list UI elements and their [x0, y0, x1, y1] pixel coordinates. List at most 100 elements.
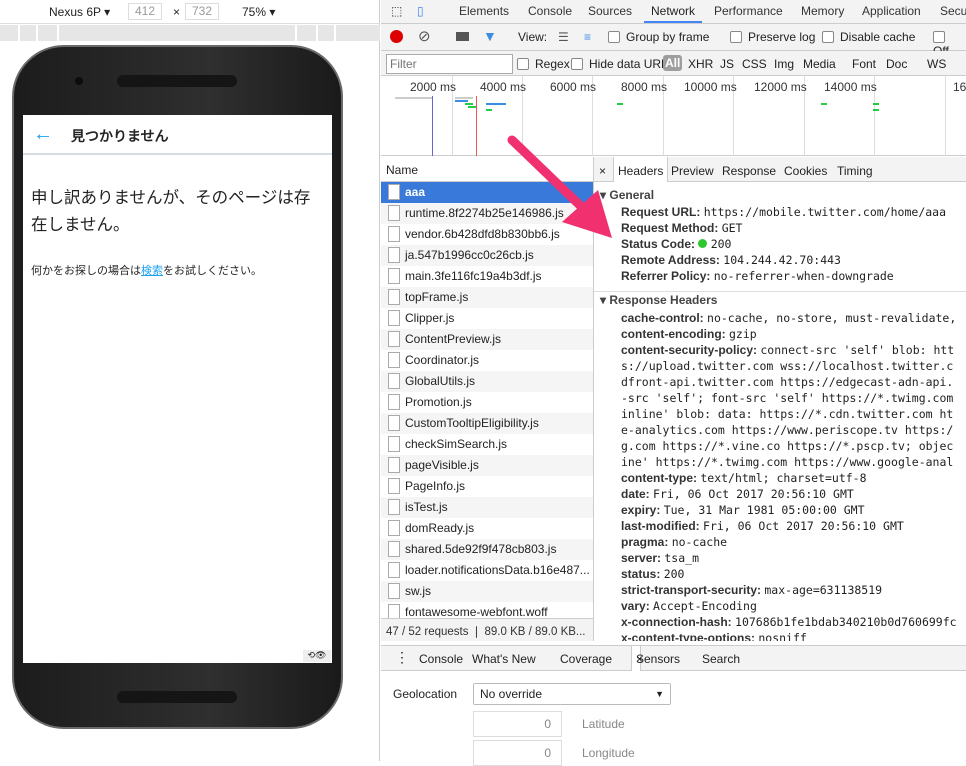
zoom-select[interactable]: 75% ▾: [242, 5, 275, 19]
request-row[interactable]: shared.5de92f9f478cb803.js: [381, 539, 593, 560]
preserve-log-checkbox[interactable]: Preserve log: [730, 30, 815, 44]
request-row[interactable]: Promotion.js: [381, 392, 593, 413]
tab-security[interactable]: Secu: [940, 4, 966, 18]
tick: 16: [953, 80, 966, 94]
geolocation-select[interactable]: No override ▼: [473, 683, 671, 705]
waterfall-view-icon[interactable]: ≡: [584, 30, 591, 44]
filter-icon[interactable]: ▼: [483, 28, 497, 44]
tab-performance[interactable]: Performance: [714, 4, 783, 18]
file-icon: [388, 310, 400, 326]
header-line: content-security-policy: connect-src 'se…: [621, 342, 954, 358]
tab-response[interactable]: Response: [722, 164, 776, 178]
tab-memory[interactable]: Memory: [801, 4, 844, 18]
record-button[interactable]: [390, 30, 403, 43]
search-link[interactable]: 検索: [141, 265, 163, 277]
geolocation-label: Geolocation: [393, 687, 458, 701]
header-key: date:: [621, 487, 650, 501]
longitude-input[interactable]: 0: [473, 740, 562, 766]
group-by-frame-checkbox[interactable]: Group by frame: [608, 30, 709, 44]
drawer-tab-search[interactable]: Search: [702, 652, 740, 666]
tab-timing[interactable]: Timing: [837, 164, 873, 178]
latitude-input[interactable]: 0: [473, 711, 562, 737]
more-icon[interactable]: ⋮: [395, 649, 409, 666]
filter-js[interactable]: JS: [720, 57, 734, 71]
file-icon: [388, 394, 400, 410]
request-row[interactable]: ContentPreview.js: [381, 329, 593, 350]
device-select[interactable]: Nexus 6P ▾: [49, 5, 110, 19]
tab-preview[interactable]: Preview: [671, 164, 714, 178]
media-query-ruler[interactable]: [0, 25, 380, 41]
drawer-tab-coverage[interactable]: Coverage: [560, 652, 612, 666]
request-row[interactable]: sw.js: [381, 581, 593, 602]
devtools-pane: ⬚ ▯ Elements Console Sources Network Per…: [381, 0, 966, 766]
filter-media[interactable]: Media: [803, 57, 836, 71]
filter-img[interactable]: Img: [774, 57, 794, 71]
tick: 14000 ms: [824, 80, 877, 94]
request-row[interactable]: runtime.8f2274b25e146986.js: [381, 203, 593, 224]
request-row[interactable]: Coordinator.js: [381, 350, 593, 371]
name-column-header[interactable]: Name: [381, 157, 593, 182]
header-key: server:: [621, 551, 662, 565]
filter-doc[interactable]: Doc: [886, 57, 907, 71]
request-row[interactable]: isTest.js: [381, 497, 593, 518]
inspect-icon[interactable]: ⬚: [391, 4, 402, 18]
request-row[interactable]: loader.notificationsData.b16e487...: [381, 560, 593, 581]
request-row[interactable]: PageInfo.js: [381, 476, 593, 497]
back-arrow-icon[interactable]: ←: [33, 123, 53, 146]
devtools-tabs: ⬚ ▯ Elements Console Sources Network Per…: [381, 0, 966, 24]
tab-application[interactable]: Application: [862, 4, 921, 18]
filter-xhr[interactable]: XHR: [688, 57, 713, 71]
header-line: s://upload.twitter.com wss://localhost.t…: [621, 358, 953, 374]
close-icon[interactable]: ×: [636, 652, 643, 666]
times-symbol: ×: [173, 5, 181, 19]
device-toggle-icon[interactable]: ▯: [417, 4, 424, 18]
tab-headers[interactable]: Headers: [613, 157, 669, 182]
request-row[interactable]: pageVisible.js: [381, 455, 593, 476]
height-input[interactable]: 732: [185, 3, 220, 20]
header-value: nosniff: [758, 631, 807, 641]
rotate-icon[interactable]: ⟲👁: [303, 650, 331, 662]
drawer-tab-console[interactable]: Console: [419, 652, 463, 666]
request-row[interactable]: vendor.6b428dfd8b830bb6.js: [381, 224, 593, 245]
filter-ws[interactable]: WS: [927, 57, 946, 71]
filter-font[interactable]: Font: [852, 57, 876, 71]
header-line: -src 'self'; font-src 'self' https://*.t…: [621, 390, 953, 406]
drawer-tab-whats-new[interactable]: What's New: [472, 652, 536, 666]
tab-network[interactable]: Network: [644, 4, 703, 23]
request-row[interactable]: domReady.js: [381, 518, 593, 539]
width-input[interactable]: 412: [128, 3, 163, 20]
header-line: vary: Accept-Encoding: [621, 598, 757, 614]
header-key: Remote Address:: [621, 253, 720, 267]
list-view-icon[interactable]: ☰: [558, 30, 569, 44]
filter-input[interactable]: [386, 54, 513, 74]
tab-console[interactable]: Console: [528, 4, 572, 18]
status-ok-icon: [698, 239, 708, 248]
request-row[interactable]: Clipper.js: [381, 308, 593, 329]
request-row[interactable]: aaa: [381, 182, 593, 203]
camera-capture-icon[interactable]: [456, 32, 469, 41]
header-value: inline' blob: data: https://*.cdn.twitte…: [621, 407, 954, 421]
filter-all[interactable]: All: [663, 55, 683, 71]
request-row[interactable]: main.3fe116fc19a4b3df.js: [381, 266, 593, 287]
header-value: Tue, 31 Mar 1981 05:00:00 GMT: [663, 503, 865, 517]
tab-cookies[interactable]: Cookies: [784, 164, 827, 178]
request-row[interactable]: CustomTooltipEligibility.js: [381, 413, 593, 434]
general-section-toggle[interactable]: ▾ General: [600, 188, 654, 202]
request-row[interactable]: GlobalUtils.js: [381, 371, 593, 392]
tick: 4000 ms: [480, 80, 527, 94]
response-headers-toggle[interactable]: ▾ Response Headers: [600, 293, 717, 307]
drawer-tab-sensors[interactable]: Sensors ×: [631, 646, 680, 671]
request-row[interactable]: fontawesome-webfont.woff: [381, 602, 593, 618]
request-row[interactable]: ja.547b1996cc0c26cb.js: [381, 245, 593, 266]
tab-sources[interactable]: Sources: [588, 4, 632, 18]
filter-css[interactable]: CSS: [742, 57, 767, 71]
request-row[interactable]: checkSimSearch.js: [381, 434, 593, 455]
hide-data-urls-checkbox[interactable]: Hide data URLs: [571, 57, 674, 71]
request-row[interactable]: topFrame.js: [381, 287, 593, 308]
regex-checkbox[interactable]: Regex: [517, 57, 570, 71]
close-icon[interactable]: ×: [599, 164, 606, 178]
tab-elements[interactable]: Elements: [459, 4, 509, 18]
clear-icon[interactable]: ⊘: [418, 27, 431, 45]
disable-cache-checkbox[interactable]: Disable cache: [822, 30, 915, 44]
network-overview[interactable]: 2000 ms 4000 ms 6000 ms 8000 ms 10000 ms…: [381, 76, 966, 156]
